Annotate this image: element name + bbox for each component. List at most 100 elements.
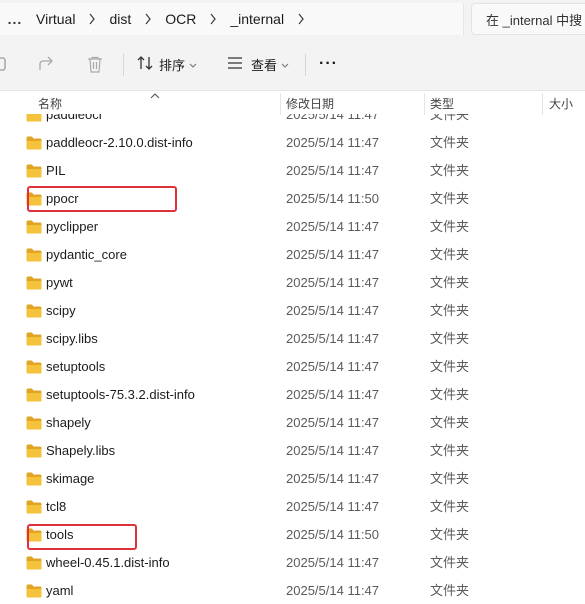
more-button[interactable]: ··· [319,50,338,78]
file-date: 2025/5/14 11:50 [286,527,380,542]
file-name: scipy [46,303,76,318]
column-size[interactable]: 大小 [549,91,573,115]
breadcrumb-overflow[interactable]: ... [0,11,30,27]
file-name: tcl8 [46,499,67,514]
table-row[interactable]: pydantic_core 2025/5/14 11:47 文件夹 [0,241,585,269]
breadcrumb-item-ocr[interactable]: OCR [159,11,202,27]
chevron-right-icon[interactable] [290,13,312,25]
column-name[interactable]: 名称 [38,91,62,115]
file-type: 文件夹 [430,555,470,570]
file-name: paddleocr [46,114,104,122]
file-type: 文件夹 [430,527,470,542]
chevron-down-icon [189,57,197,72]
column-type[interactable]: 类型 [430,91,454,115]
folder-icon [26,444,42,461]
file-type: 文件夹 [430,163,470,178]
file-type: 文件夹 [430,135,470,150]
file-date: 2025/5/14 11:47 [286,303,380,318]
share-icon[interactable] [38,56,56,75]
table-row[interactable]: paddleocr-2.10.0.dist-info 2025/5/14 11:4… [0,129,585,157]
sort-ascending-icon [150,87,160,102]
address-bar: ... Virtual dist OCR _internal 在 _intern… [0,0,585,38]
table-row[interactable]: pyclipper 2025/5/14 11:47 文件夹 [0,213,585,241]
file-type: 文件夹 [430,443,470,458]
breadcrumb-item-dist[interactable]: dist [103,11,137,27]
file-date: 2025/5/14 11:47 [286,443,380,458]
column-divider[interactable] [424,93,425,115]
folder-icon [26,304,42,321]
folder-icon [26,556,42,573]
table-row[interactable]: PIL 2025/5/14 11:47 文件夹 [0,157,585,185]
table-row[interactable]: pywt 2025/5/14 11:47 文件夹 [0,269,585,297]
file-name: paddleocr-2.10.0.dist-info [46,135,193,150]
table-row[interactable]: wheel-0.45.1.dist-info 2025/5/14 11:47 文件夹 [0,549,585,577]
table-row[interactable]: shapely 2025/5/14 11:47 文件夹 [0,409,585,437]
column-header: 名称 修改日期 类型 大小 [0,91,585,115]
file-type: 文件夹 [430,415,470,430]
file-name: skimage [46,471,95,486]
chevron-right-icon[interactable] [202,13,224,25]
folder-icon [26,388,42,405]
chevron-right-icon[interactable] [81,13,103,25]
table-row[interactable]: setuptools-75.3.2.dist-info 2025/5/14 11:… [0,381,585,409]
table-row[interactable]: setuptools 2025/5/14 11:47 文件夹 [0,353,585,381]
file-type: 文件夹 [430,583,470,598]
file-name: pydantic_core [46,247,127,262]
file-type: 文件夹 [430,331,470,346]
table-row[interactable]: skimage 2025/5/14 11:47 文件夹 [0,465,585,493]
file-name: wheel-0.45.1.dist-info [46,555,170,570]
folder-icon [26,164,42,181]
folder-icon [26,500,42,517]
search-input[interactable]: 在 _internal 中搜 [471,3,585,35]
table-row[interactable]: scipy.libs 2025/5/14 11:47 文件夹 [0,325,585,353]
file-name: pyclipper [46,219,99,234]
column-date[interactable]: 修改日期 [286,91,334,115]
column-divider[interactable] [280,93,281,115]
file-name: yaml [46,583,74,598]
breadcrumb[interactable]: ... Virtual dist OCR _internal [0,3,464,35]
table-row[interactable]: scipy 2025/5/14 11:47 文件夹 [0,297,585,325]
breadcrumb-item-internal[interactable]: _internal [224,11,290,27]
file-date: 2025/5/14 11:47 [286,114,380,122]
file-type: 文件夹 [430,114,470,122]
chevron-right-icon[interactable] [137,13,159,25]
file-name: setuptools-75.3.2.dist-info [46,387,195,402]
folder-icon [26,472,42,489]
file-date: 2025/5/14 11:47 [286,555,380,570]
sort-icon [137,55,153,74]
rename-icon[interactable] [0,56,8,75]
file-date: 2025/5/14 11:47 [286,359,380,374]
file-date: 2025/5/14 11:47 [286,415,380,430]
file-date: 2025/5/14 11:47 [286,387,380,402]
folder-icon [26,416,42,433]
table-row[interactable]: paddleocr 2025/5/14 11:47 文件夹 [0,114,585,129]
sort-label: 排序 [159,57,186,73]
trash-icon[interactable] [87,56,103,76]
folder-icon [26,332,42,349]
file-date: 2025/5/14 11:47 [286,471,380,486]
breadcrumb-item-virtual[interactable]: Virtual [30,11,81,27]
column-divider[interactable] [542,93,543,115]
sort-button[interactable]: 排序 [137,50,197,78]
view-button[interactable]: 查看 [227,50,289,78]
file-type: 文件夹 [430,471,470,486]
highlight-box-ppocr [27,186,177,212]
more-label: ··· [319,55,338,72]
view-label: 查看 [251,57,278,73]
file-type: 文件夹 [430,219,470,234]
table-row[interactable]: tcl8 2025/5/14 11:47 文件夹 [0,493,585,521]
folder-icon [26,220,42,237]
file-name: scipy.libs [46,331,98,346]
file-date: 2025/5/14 11:47 [286,135,380,150]
table-row[interactable]: yaml 2025/5/14 11:47 文件夹 [0,577,585,604]
folder-icon [26,114,42,125]
file-date: 2025/5/14 11:50 [286,191,380,206]
file-name: Shapely.libs [46,443,116,458]
file-date: 2025/5/14 11:47 [286,331,380,346]
table-row[interactable]: Shapely.libs 2025/5/14 11:47 文件夹 [0,437,585,465]
file-date: 2025/5/14 11:47 [286,247,380,262]
folder-icon [26,584,42,601]
file-date: 2025/5/14 11:47 [286,219,380,234]
file-date: 2025/5/14 11:47 [286,499,380,514]
folder-icon [26,136,42,153]
